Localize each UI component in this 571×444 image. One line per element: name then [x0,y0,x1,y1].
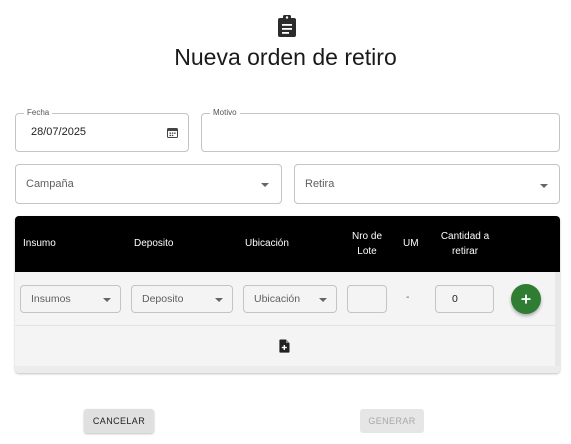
items-table: Insumo Deposito Ubicación Nro de Lote UM… [15,216,560,373]
campana-select[interactable]: Campaña [15,164,282,204]
fecha-value: 28/07/2025 [31,126,87,138]
campana-placeholder: Campaña [26,178,74,190]
motivo-field[interactable]: Motivo [201,107,560,152]
header-cantidad: Cantidad a retirar [440,231,490,257]
fecha-label: Fecha [24,107,53,119]
vertical-scrollbar[interactable] [555,272,560,373]
cantidad-value: 0 [452,293,458,305]
header-um: UM [403,238,419,249]
cantidad-input[interactable]: 0 [435,285,494,313]
page-title: Nueva orden de retiro [174,44,397,70]
table-row: Insumos Deposito Ubicación - 0 [15,272,555,326]
chevron-down-icon [261,183,269,187]
insumos-select[interactable]: Insumos [20,285,121,313]
horizontal-scrollbar[interactable] [15,366,560,373]
deposito-select[interactable]: Deposito [131,285,233,313]
table-header: Insumo Deposito Ubicación Nro de Lote UM… [15,216,560,272]
generate-button[interactable]: GENERAR [360,409,424,433]
file-add-icon[interactable] [279,339,290,353]
add-row-button[interactable] [511,284,541,314]
clipboard-icon [278,15,296,37]
table-footer [15,326,555,366]
chevron-down-icon [319,298,327,302]
plus-icon [521,294,531,304]
retira-placeholder: Retira [305,178,335,190]
calendar-icon[interactable] [167,127,178,138]
header-nro-lote: Nro de Lote [351,231,382,257]
cancel-button[interactable]: CANCELAR [84,409,154,433]
deposito-select-label: Deposito [142,293,184,305]
ubicacion-select[interactable]: Ubicación [243,285,337,313]
retira-select[interactable]: Retira [294,164,560,204]
header-deposito: Deposito [134,238,174,249]
nro-lote-input[interactable] [347,285,387,313]
chevron-down-icon [215,298,223,302]
fecha-field[interactable]: Fecha 28/07/2025 [15,107,189,152]
insumos-select-label: Insumos [31,293,71,305]
chevron-down-icon [103,298,111,302]
chevron-down-icon [540,184,548,188]
header-ubicacion: Ubicación [245,238,289,249]
ubicacion-select-label: Ubicación [254,293,301,305]
um-value: - [406,292,410,303]
motivo-label: Motivo [210,107,240,119]
header-insumo: Insumo [23,238,56,249]
